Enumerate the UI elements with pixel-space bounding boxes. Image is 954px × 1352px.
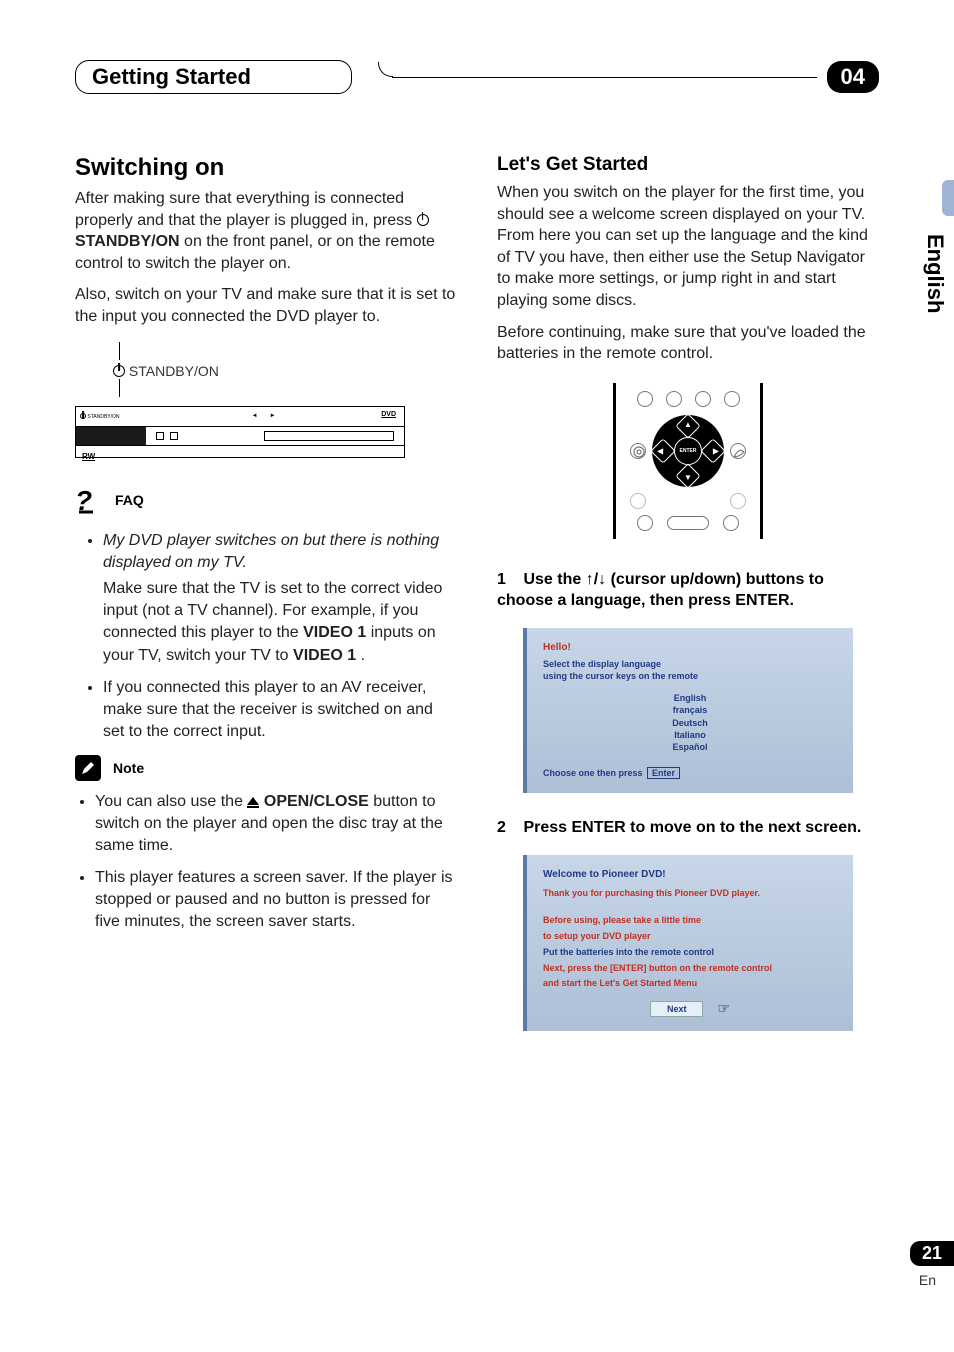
remote-button-icon xyxy=(637,391,653,407)
cursor-up-down-icon: ↑/↓ xyxy=(586,571,606,588)
text-fragment: Press ENTER to move on to the next scree… xyxy=(523,819,861,836)
video1-label: VIDEO 1 xyxy=(293,647,356,664)
faq-heading: ? FAQ xyxy=(75,484,457,517)
note-list: You can also use the OPEN/CLOSE button t… xyxy=(75,791,457,933)
osd-language-option: français xyxy=(543,704,837,716)
osd2-line: Before using, please take a little time xyxy=(543,915,837,927)
standby-on-label: STANDBY/ON xyxy=(75,233,180,250)
note-item: This player features a screen saver. If … xyxy=(95,867,457,933)
text-fragment: Use the xyxy=(523,571,585,588)
step-2-instruction: 2 Press ENTER to move on to the next scr… xyxy=(497,817,879,839)
eject-icon xyxy=(247,797,259,805)
osd2-line: to setup your DVD player xyxy=(543,931,837,943)
osd-hello: Hello! xyxy=(543,642,837,653)
remote-control-diagram: ▲▼ ◀▶ ENTER xyxy=(497,383,879,539)
text-fragment: You can also use the xyxy=(95,793,247,810)
power-icon xyxy=(113,365,125,377)
remote-button-icon xyxy=(695,391,711,407)
remote-button-icon xyxy=(630,493,646,509)
osd-language-option: Italiano xyxy=(543,729,837,741)
osd2-line: and start the Let's Get Started Menu xyxy=(543,978,837,990)
question-mark-icon: ? xyxy=(75,484,105,517)
remote-button-icon xyxy=(666,391,682,407)
step-number: 1 xyxy=(497,569,519,591)
remote-spiral-icon xyxy=(630,443,646,459)
panel-tiny-label: STANDBY/ON xyxy=(87,414,119,420)
page-language-abbrev: En xyxy=(919,1272,936,1288)
section-heading-lets-get-started: Let's Get Started xyxy=(497,154,879,176)
chapter-number-badge: 04 xyxy=(827,61,879,93)
remote-button-icon xyxy=(723,515,739,531)
osd-language-option: English xyxy=(543,692,837,704)
remote-dpad: ▲▼ ◀▶ ENTER xyxy=(652,415,724,487)
osd-subtitle-line: Select the display language xyxy=(543,659,837,671)
osd-enter-keycap: Enter xyxy=(647,767,680,779)
page-number-badge: 21 xyxy=(910,1241,954,1266)
section-heading-switching-on: Switching on xyxy=(75,154,457,182)
osd-language-list: English français Deutsch Italiano Españo… xyxy=(543,692,837,753)
remote-button-icon xyxy=(730,493,746,509)
osd2-title: Welcome to Pioneer DVD! xyxy=(543,869,837,880)
open-close-label: OPEN/CLOSE xyxy=(264,793,369,810)
text-fragment: . xyxy=(361,647,365,664)
remote-button-icon xyxy=(724,391,740,407)
osd2-line: Next, press the [ENTER] button on the re… xyxy=(543,963,837,975)
pencil-icon xyxy=(75,755,101,781)
osd-language-option: Español xyxy=(543,741,837,753)
power-icon xyxy=(80,413,86,419)
note-label: Note xyxy=(113,760,144,776)
panel-standby-label: STANDBY/ON xyxy=(129,363,219,379)
lets-get-started-paragraph-2: Before continuing, make sure that you've… xyxy=(497,322,879,365)
osd-footer: Choose one then press Enter xyxy=(543,767,837,779)
power-icon xyxy=(417,214,429,226)
faq-question: My DVD player switches on but there is n… xyxy=(103,532,439,571)
lets-get-started-paragraph-1: When you switch on the player for the fi… xyxy=(497,182,879,312)
step-1-instruction: 1 Use the ↑/↓ (cursor up/down) buttons t… xyxy=(497,569,879,612)
remote-pill-button-icon xyxy=(667,516,709,530)
text-fragment: After making sure that everything is con… xyxy=(75,190,417,229)
faq-item: My DVD player switches on but there is n… xyxy=(103,530,457,666)
osd-next-button: Next xyxy=(650,1001,704,1017)
note-item: You can also use the OPEN/CLOSE button t… xyxy=(95,791,457,857)
osd2-line: Put the batteries into the remote contro… xyxy=(543,947,837,957)
switching-on-paragraph-2: Also, switch on your TV and make sure th… xyxy=(75,284,457,327)
chapter-header: Getting Started 04 xyxy=(75,60,879,94)
osd-welcome-screen: Welcome to Pioneer DVD! Thank you for pu… xyxy=(523,855,853,1031)
osd-language-option: Deutsch xyxy=(543,717,837,729)
panel-dvd-label: DVD xyxy=(381,407,404,426)
osd2-line: Thank you for purchasing this Pioneer DV… xyxy=(543,888,837,900)
faq-answer: Make sure that the TV is set to the corr… xyxy=(103,578,457,666)
note-heading: Note xyxy=(75,755,457,781)
faq-list: My DVD player switches on but there is n… xyxy=(75,530,457,743)
remote-button-icon xyxy=(637,515,653,531)
osd-subtitle-line: using the cursor keys on the remote xyxy=(543,671,837,683)
chapter-title-pill: Getting Started xyxy=(75,60,352,94)
language-side-tab: English xyxy=(916,230,954,373)
panel-rw-label: RW xyxy=(76,452,95,461)
remote-leaf-icon xyxy=(730,443,746,459)
dpad-enter-button: ENTER xyxy=(674,437,702,465)
text-fragment: Choose one then press xyxy=(543,768,643,778)
faq-item: If you connected this player to an AV re… xyxy=(103,677,457,743)
side-tab-accent xyxy=(942,180,954,216)
header-divider xyxy=(392,63,817,91)
chapter-title: Getting Started xyxy=(92,64,251,89)
switching-on-paragraph-1: After making sure that everything is con… xyxy=(75,188,457,274)
hand-pointer-icon: ☞ xyxy=(717,1000,730,1017)
step-number: 2 xyxy=(497,817,519,839)
osd-language-screen: Hello! Select the display language using… xyxy=(523,628,853,793)
faq-label: FAQ xyxy=(115,492,144,508)
video1-label: VIDEO 1 xyxy=(303,624,366,641)
front-panel-diagram: STANDBY/ON STANDBY/ON ◄ ► DVD xyxy=(75,342,457,458)
